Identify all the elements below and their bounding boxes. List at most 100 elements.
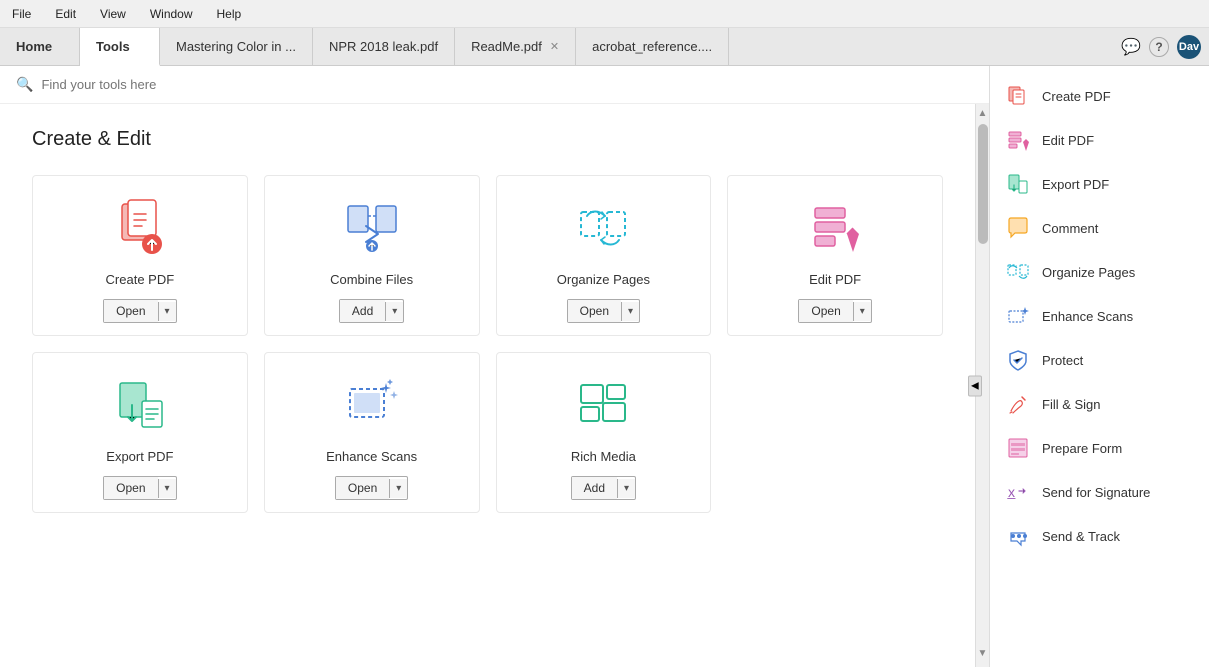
sidebar-item-edit-pdf[interactable]: Edit PDF [990, 118, 1209, 162]
menu-window[interactable]: Window [146, 5, 197, 23]
menu-bar: File Edit View Window Help [0, 0, 1209, 28]
export-pdf-dropdown-btn[interactable]: ▾ [158, 479, 176, 498]
export-pdf-btn-group: Open ▾ [103, 476, 176, 500]
tool-card-export-pdf[interactable]: Export PDF Open ▾ [32, 352, 248, 513]
enhance-scans-open-btn[interactable]: Open [336, 477, 389, 499]
search-input[interactable] [41, 77, 973, 92]
tab-readme-close[interactable]: ✕ [550, 40, 559, 53]
combine-files-dropdown-btn[interactable]: ▾ [385, 302, 403, 321]
enhance-scans-label: Enhance Scans [326, 449, 417, 464]
rich-media-dropdown-btn[interactable]: ▾ [617, 479, 635, 498]
rich-media-icon [571, 373, 635, 437]
tab-acrobat-reference[interactable]: acrobat_reference.... [576, 28, 729, 65]
tool-card-combine-files[interactable]: Combine Files Add ▾ [264, 175, 480, 336]
edit-pdf-btn-group: Open ▾ [798, 299, 871, 323]
tool-card-enhance-scans[interactable]: Enhance Scans Open ▾ [264, 352, 480, 513]
sidebar-item-fill-sign[interactable]: Fill & Sign [990, 382, 1209, 426]
sidebar-create-pdf-icon [1006, 84, 1030, 108]
user-avatar[interactable]: Dav [1177, 35, 1201, 59]
sidebar-item-send-signature[interactable]: x̲ Send for Signature [990, 470, 1209, 514]
help-icon[interactable]: ? [1149, 37, 1169, 57]
export-pdf-icon [108, 373, 172, 437]
tab-tools[interactable]: Tools [80, 28, 160, 66]
create-pdf-open-btn[interactable]: Open [104, 300, 157, 322]
tab-npr[interactable]: NPR 2018 leak.pdf [313, 28, 455, 65]
tab-extras: 💬 ? Dav [1113, 28, 1209, 65]
sidebar-edit-pdf-icon [1006, 128, 1030, 152]
menu-help[interactable]: Help [213, 5, 246, 23]
sidebar-protect-label: Protect [1042, 353, 1083, 368]
sidebar-send-signature-icon: x̲ [1006, 480, 1030, 504]
menu-edit[interactable]: Edit [51, 5, 80, 23]
tab-mastering-color[interactable]: Mastering Color in ... [160, 28, 313, 65]
sidebar-create-pdf-label: Create PDF [1042, 89, 1111, 104]
scroll-thumb[interactable] [978, 124, 988, 244]
sidebar-panel: Create PDF Edit PDF [989, 66, 1209, 667]
rich-media-btn-group: Add ▾ [571, 476, 636, 500]
enhance-scans-btn-group: Open ▾ [335, 476, 408, 500]
sidebar-item-protect[interactable]: Protect [990, 338, 1209, 382]
rich-media-label: Rich Media [571, 449, 636, 464]
combine-files-add-btn[interactable]: Add [340, 300, 385, 322]
panel-collapse-btn[interactable]: ◀ [968, 375, 982, 396]
sidebar-item-organize-pages[interactable]: Organize Pages [990, 250, 1209, 294]
search-bar: 🔍 [0, 66, 989, 104]
section-title: Create & Edit [32, 128, 943, 151]
edit-pdf-open-btn[interactable]: Open [799, 300, 852, 322]
sidebar-prepare-form-label: Prepare Form [1042, 441, 1122, 456]
sidebar-item-send-track[interactable]: Send & Track [990, 514, 1209, 558]
tool-card-rich-media[interactable]: Rich Media Add ▾ [496, 352, 712, 513]
sidebar-export-pdf-icon [1006, 172, 1030, 196]
tool-card-organize-pages[interactable]: Organize Pages Open ▾ [496, 175, 712, 336]
combine-files-icon [340, 196, 404, 260]
create-pdf-btn-group: Open ▾ [103, 299, 176, 323]
edit-pdf-icon [803, 196, 867, 260]
organize-pages-open-btn[interactable]: Open [568, 300, 621, 322]
sidebar-item-comment[interactable]: Comment [990, 206, 1209, 250]
sidebar-item-export-pdf[interactable]: Export PDF [990, 162, 1209, 206]
tool-card-edit-pdf[interactable]: Edit PDF Open ▾ [727, 175, 943, 336]
scroll-area: ▲ ◀ ▼ [975, 104, 989, 667]
sidebar-comment-icon [1006, 216, 1030, 240]
sidebar-item-prepare-form[interactable]: Prepare Form [990, 426, 1209, 470]
sidebar-send-track-icon [1006, 524, 1030, 548]
edit-pdf-dropdown-btn[interactable]: ▾ [853, 302, 871, 321]
scroll-up-arrow[interactable]: ▲ [978, 104, 988, 123]
sidebar-item-enhance-scans[interactable]: Enhance Scans [990, 294, 1209, 338]
sidebar-export-pdf-label: Export PDF [1042, 177, 1109, 192]
rich-media-add-btn[interactable]: Add [572, 477, 617, 499]
sidebar-enhance-scans-icon [1006, 304, 1030, 328]
app-body: 🔍 Create & Edit [0, 66, 1209, 667]
menu-file[interactable]: File [8, 5, 35, 23]
sidebar-protect-icon [1006, 348, 1030, 372]
menu-view[interactable]: View [96, 5, 130, 23]
tab-home[interactable]: Home [0, 28, 80, 65]
sidebar-comment-label: Comment [1042, 221, 1098, 236]
sidebar-send-signature-label: Send for Signature [1042, 485, 1150, 500]
organize-pages-btn-group: Open ▾ [567, 299, 640, 323]
edit-pdf-label: Edit PDF [809, 272, 861, 287]
combine-files-label: Combine Files [330, 272, 413, 287]
sidebar-prepare-form-icon [1006, 436, 1030, 460]
tab-readme[interactable]: ReadMe.pdf ✕ [455, 28, 576, 65]
tab-bar: Home Tools Mastering Color in ... NPR 20… [0, 28, 1209, 66]
tool-card-create-pdf[interactable]: Create PDF Open ▾ [32, 175, 248, 336]
tools-area: Create & Edit [0, 104, 975, 667]
sidebar-send-track-label: Send & Track [1042, 529, 1120, 544]
export-pdf-open-btn[interactable]: Open [104, 477, 157, 499]
main-content: 🔍 Create & Edit [0, 66, 989, 667]
scroll-down-arrow[interactable]: ▼ [978, 644, 988, 663]
create-pdf-label: Create PDF [106, 272, 175, 287]
enhance-scans-dropdown-btn[interactable]: ▾ [389, 479, 407, 498]
enhance-scans-icon [340, 373, 404, 437]
sidebar-item-create-pdf[interactable]: Create PDF [990, 74, 1209, 118]
organize-pages-icon [571, 196, 635, 260]
sidebar-enhance-scans-label: Enhance Scans [1042, 309, 1133, 324]
chat-icon[interactable]: 💬 [1121, 37, 1141, 57]
combine-files-btn-group: Add ▾ [339, 299, 404, 323]
sidebar-fill-sign-icon [1006, 392, 1030, 416]
search-icon: 🔍 [16, 76, 33, 93]
svg-text:x̲: x̲ [1007, 484, 1016, 500]
organize-pages-dropdown-btn[interactable]: ▾ [621, 302, 639, 321]
create-pdf-dropdown-btn[interactable]: ▾ [158, 302, 176, 321]
